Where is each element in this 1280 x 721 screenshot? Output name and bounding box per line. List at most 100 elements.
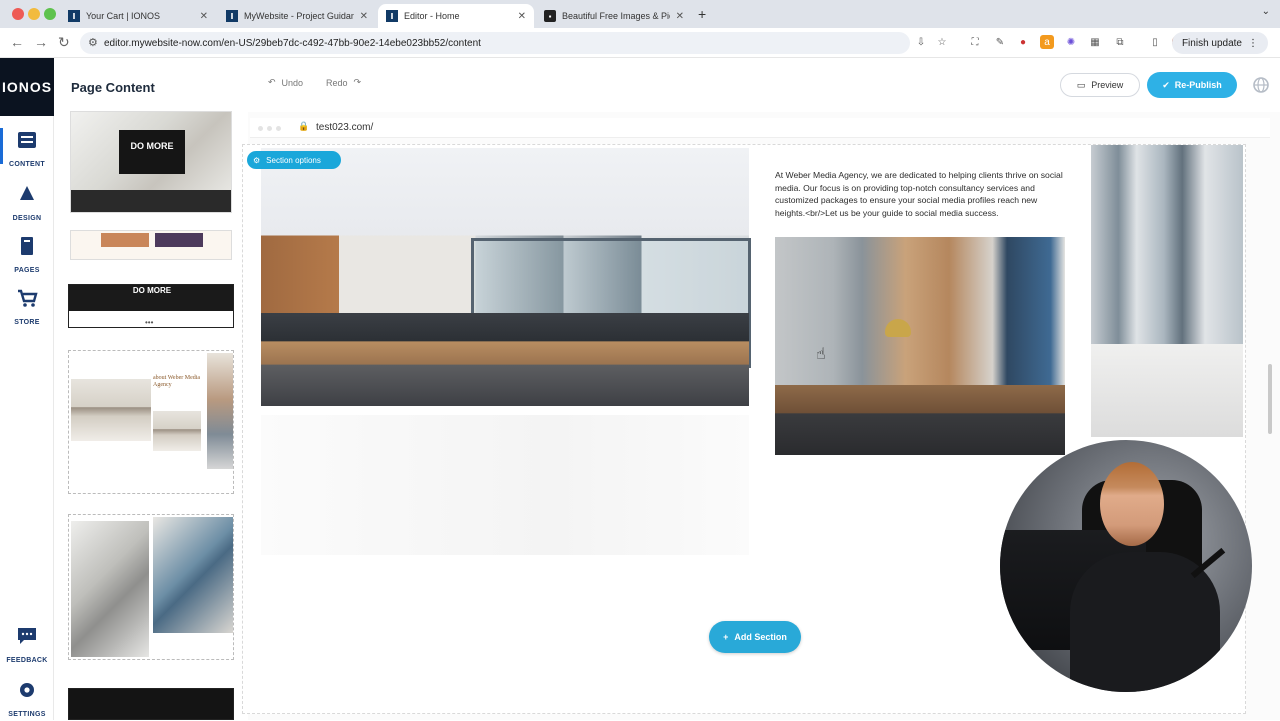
faded-content-block — [261, 415, 749, 555]
section-thumbnail-hero[interactable]: DO MORE — [70, 111, 232, 213]
thumbnail-dots: ••• — [145, 318, 154, 327]
tab-title: MyWebsite - Project Guidance — [244, 11, 354, 21]
rail-item-design[interactable]: DESIGN — [0, 184, 54, 225]
rail-item-settings[interactable]: SETTINGS — [0, 680, 54, 721]
url-field[interactable]: ⚙ editor.mywebsite-now.com/en-US/29beb7d… — [80, 32, 910, 54]
bookmark-star-icon[interactable]: ☆ — [935, 35, 949, 49]
rail-item-feedback[interactable]: FEEDBACK — [0, 626, 54, 667]
thumbnail-image — [153, 517, 233, 633]
webcam-overlay — [1000, 440, 1252, 692]
amazon-extension-icon[interactable]: a — [1040, 35, 1054, 49]
extensions-puzzle-icon[interactable]: ⧉ — [1113, 35, 1127, 49]
section-options-button[interactable]: ⚙ Section options — [247, 151, 341, 169]
thumbnail-image — [155, 233, 203, 247]
rail-item-store[interactable]: STORE — [0, 288, 54, 329]
webcam-person-head — [1100, 462, 1164, 546]
unsplash-icon: ▪ — [544, 10, 556, 22]
site-url: test023.com/ — [316, 122, 374, 133]
thumbnail-image — [71, 379, 151, 441]
translate-extension-icon[interactable]: ▦ — [1088, 35, 1102, 49]
rail-label: SETTINGS — [8, 711, 46, 718]
kebab-menu-icon[interactable]: ⋮ — [1248, 38, 1258, 49]
canvas-scrollbar[interactable] — [1268, 364, 1272, 434]
section-thumbnail-stats[interactable] — [68, 514, 234, 660]
republish-label: Re-Publish — [1174, 80, 1222, 90]
checkmark-icon: ✔ — [1162, 79, 1170, 90]
thumbnail-caption: about Weber Media Agency — [153, 375, 201, 388]
color-extension-icon[interactable]: ● — [1016, 35, 1030, 49]
browser-tab-unsplash[interactable]: ▪ Beautiful Free Images & Pictures ✕ — [536, 4, 692, 28]
panel-title: Page Content — [71, 80, 155, 95]
minimize-window-button[interactable] — [28, 8, 40, 20]
close-tab-icon[interactable]: ✕ — [360, 11, 368, 22]
feedback-icon — [18, 628, 36, 644]
design-icon — [20, 186, 34, 200]
browser-tab-bar: Ⅰ Your Cart | IONOS ✕ Ⅰ MyWebsite - Proj… — [0, 0, 1280, 28]
back-arrow-icon[interactable]: ← — [10, 34, 24, 50]
ionos-icon: Ⅰ — [226, 10, 238, 22]
hand-cursor-icon: ☝ — [816, 346, 826, 363]
close-tab-icon[interactable]: ✕ — [200, 11, 208, 22]
page-content-panel: Page Content DO MORE DO MORE ••• about W… — [54, 58, 248, 720]
gear-extension-icon[interactable]: ✺ — [1064, 35, 1078, 49]
redo-button[interactable]: Redo ↷ — [326, 77, 361, 88]
about-paragraph[interactable]: At Weber Media Agency, we are dedicated … — [775, 169, 1067, 219]
window-dots — [258, 126, 281, 131]
tab-search-chevron-icon[interactable]: ⌄ — [1262, 6, 1270, 17]
office-photo-right[interactable] — [1091, 145, 1243, 437]
finish-update-label: Finish update — [1181, 37, 1242, 49]
photo-lamp — [885, 319, 911, 337]
tab-title: Editor - Home — [404, 11, 460, 21]
tab-title: Your Cart | IONOS — [86, 11, 161, 21]
close-window-button[interactable] — [12, 8, 24, 20]
ionos-icon: Ⅰ — [68, 10, 80, 22]
thumbnail-desk — [71, 190, 231, 212]
browser-tab-project-guidance[interactable]: Ⅰ MyWebsite - Project Guidance ✕ — [218, 4, 376, 28]
section-options-label: Section options — [266, 155, 321, 165]
rail-label: CONTENT — [9, 161, 45, 168]
section-thumbnail-footer[interactable] — [68, 688, 234, 720]
section-thumbnail-about[interactable]: about Weber Media Agency — [68, 350, 234, 494]
section-thumbnail-services[interactable] — [70, 230, 232, 260]
preview-button[interactable]: ▭ Preview — [1060, 73, 1140, 97]
thumbnail-image — [153, 411, 201, 451]
gear-icon: ⚙ — [253, 155, 261, 165]
undo-icon: ↶ — [268, 77, 276, 87]
redo-label: Redo — [326, 77, 348, 88]
monitor-icon: ▭ — [1076, 79, 1086, 90]
browser-tab-editor-home[interactable]: Ⅰ Editor - Home ✕ — [378, 4, 534, 28]
url-text: editor.mywebsite-now.com/en-US/29beb7dc-… — [104, 37, 481, 49]
undo-button[interactable]: ↶ Undo — [268, 77, 303, 88]
rail-label: STORE — [14, 319, 40, 326]
add-section-label: Add Section — [734, 632, 787, 642]
rail-item-content[interactable]: CONTENT — [0, 130, 54, 171]
rail-label: DESIGN — [12, 215, 42, 222]
sidebar-icon[interactable]: ▯ — [1148, 35, 1162, 49]
photo-desks — [261, 313, 749, 406]
browser-tab-cart[interactable]: Ⅰ Your Cart | IONOS ✕ — [60, 4, 216, 28]
globe-icon[interactable] — [1252, 76, 1270, 94]
pen-extension-icon[interactable]: ✎ — [993, 35, 1007, 49]
rail-label: PAGES — [14, 267, 40, 274]
forward-arrow-icon[interactable]: → — [34, 34, 48, 50]
ionos-icon: Ⅰ — [386, 10, 398, 22]
lock-icon: 🔒 — [298, 121, 310, 131]
rail-item-pages[interactable]: PAGES — [0, 236, 54, 277]
screenshot-extension-icon[interactable]: ⛶ — [968, 35, 982, 49]
add-section-button[interactable]: + Add Section — [709, 621, 801, 653]
finish-update-button[interactable]: Finish update ⋮ — [1171, 32, 1268, 54]
install-app-icon[interactable]: ⇩ — [914, 35, 928, 49]
site-settings-icon[interactable]: ⚙ — [88, 36, 98, 49]
close-tab-icon[interactable]: ✕ — [518, 11, 526, 22]
close-tab-icon[interactable]: ✕ — [676, 11, 684, 22]
ionos-logo[interactable]: IONOS — [0, 58, 54, 116]
reload-icon[interactable]: ↻ — [58, 34, 70, 51]
thumbnail-caption: DO MORE — [132, 286, 172, 295]
office-photo-main[interactable] — [261, 148, 751, 406]
new-tab-icon[interactable]: + — [698, 6, 706, 22]
browser-address-bar: ← → ↻ ⚙ editor.mywebsite-now.com/en-US/2… — [0, 28, 1280, 58]
maximize-window-button[interactable] — [44, 8, 56, 20]
republish-button[interactable]: ✔ Re-Publish — [1147, 72, 1237, 98]
section-thumbnail-cta[interactable]: DO MORE ••• — [68, 284, 234, 328]
settings-icon — [20, 683, 34, 697]
